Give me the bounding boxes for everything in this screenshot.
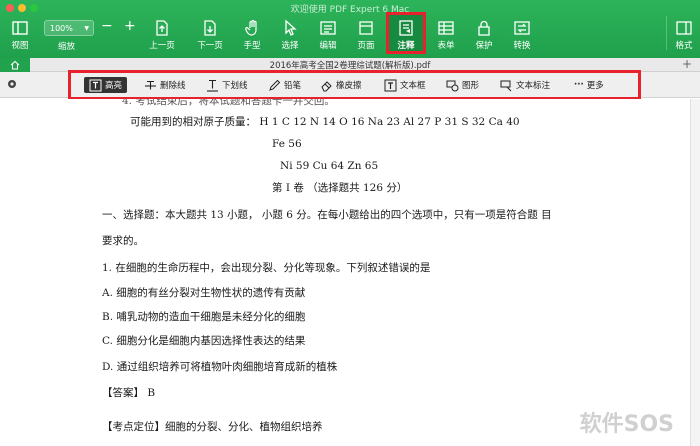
settings-gear-icon[interactable] <box>6 78 18 90</box>
eraser-tool-label: 橡皮擦 <box>336 81 362 91</box>
page-icon <box>359 21 373 35</box>
zoom-out-button[interactable]: − <box>101 18 113 34</box>
edit-tool-label: 编辑 <box>319 41 337 51</box>
zoom-select[interactable]: 100% ▼ <box>44 20 94 36</box>
pencil-icon <box>269 79 281 91</box>
main-toolbar: 欢迎使用 PDF Expert 6 Mac 视图 100% ▼ 缩放 − + 上… <box>0 0 700 58</box>
zoom-label: 缩放 <box>58 42 76 52</box>
hand-tool-label: 手型 <box>243 41 261 51</box>
hand-tool-button[interactable]: 手型 <box>234 18 270 52</box>
underline-tool-label: 下划线 <box>222 81 248 91</box>
text-note-tool[interactable]: 文本标注 <box>500 77 550 93</box>
doc-line: C. 细胞分化是细胞内基因选择性表达的结果 <box>102 335 306 347</box>
convert-icon <box>514 21 530 35</box>
page-tool-button[interactable]: 页面 <box>348 18 384 52</box>
doc-line: 第 I 卷 （选择题共 126 分） <box>272 182 408 194</box>
strikethrough-icon <box>145 80 156 89</box>
more-dots-icon: ··· <box>574 80 584 90</box>
shape-tool-label: 图形 <box>462 81 480 91</box>
prev-page-label: 上一页 <box>149 41 175 51</box>
vertical-scrollbar[interactable] <box>690 99 700 446</box>
panel-icon <box>676 21 692 35</box>
highlight-tool[interactable]: 高亮 <box>84 77 128 93</box>
textbox-tool[interactable]: 文本框 <box>384 77 426 93</box>
select-tool-button[interactable]: 选择 <box>272 18 308 52</box>
doc-line: 【答案】 B <box>102 387 156 399</box>
more-tools-button[interactable]: ··· 更多 <box>574 77 604 93</box>
highlight-tool-label: 高亮 <box>105 81 123 91</box>
eraser-icon <box>321 80 332 91</box>
toolbar-divider <box>666 16 667 50</box>
protect-tool-label: 保护 <box>475 41 493 51</box>
hand-icon <box>245 19 257 36</box>
convert-tool-button[interactable]: 转换 <box>504 18 540 52</box>
page-tool-label: 页面 <box>357 41 375 51</box>
lock-icon <box>478 20 490 36</box>
next-page-button[interactable]: 下一页 <box>192 18 228 52</box>
doc-line: 可能用到的相对原子质量： H 1 C 12 N 14 O 16 Na 23 Al… <box>130 116 520 128</box>
view-button[interactable]: 视图 <box>2 18 38 52</box>
chevron-down-icon: ▼ <box>84 24 89 32</box>
select-tool-label: 选择 <box>281 41 299 51</box>
doc-line: 4. 考试结束后，将本试题和答题卡一并交回。 <box>122 99 335 107</box>
strikethrough-tool[interactable]: 删除线 <box>144 77 186 93</box>
pencil-tool[interactable]: 铅笔 <box>268 77 301 93</box>
sidebar-view-icon <box>12 21 28 35</box>
text-callout-icon <box>500 80 512 91</box>
textbox-icon <box>384 79 397 91</box>
document-tab-bar: 2016年高考全国2卷理综试题(解析版).pdf + <box>0 57 700 72</box>
prev-page-button[interactable]: 上一页 <box>144 18 180 52</box>
edit-tool-button[interactable]: 编辑 <box>310 18 346 52</box>
doc-line: A. 细胞的有丝分裂对生物性状的遗传有贡献 <box>102 287 306 299</box>
form-icon <box>438 21 454 35</box>
text-note-tool-label: 文本标注 <box>516 81 551 91</box>
page-up-icon <box>156 20 168 36</box>
edit-icon <box>320 21 336 35</box>
eraser-tool[interactable]: 橡皮擦 <box>320 77 362 93</box>
format-panel-button[interactable]: 格式 <box>668 18 700 52</box>
cursor-icon <box>285 19 297 36</box>
view-label: 视图 <box>11 41 29 51</box>
doc-line: D. 通过组织培养可将植物叶肉细胞培育成新的植株 <box>102 361 338 373</box>
shape-icon <box>446 80 459 91</box>
doc-line: 一、选择题：本大题共 13 小题， 小题 6 分。在每小题给出的四个选项中，只有… <box>102 209 552 221</box>
highlight-text-icon <box>89 79 102 91</box>
form-tool-label: 表单 <box>437 41 455 51</box>
underline-icon <box>207 79 218 92</box>
watermark-text: 软件SOS <box>579 412 674 437</box>
strikethrough-tool-label: 删除线 <box>160 81 186 91</box>
annotation-toolbar: 高亮 删除线 下划线 铅笔 橡皮擦 文本框 图形 文本标注 ··· 更多 <box>0 72 700 98</box>
doc-line: 1. 在细胞的生命历程中，会出现分裂、分化等现象。下列叙述错误的是 <box>102 262 431 274</box>
protect-tool-button[interactable]: 保护 <box>466 18 502 52</box>
format-panel-label: 格式 <box>675 41 693 51</box>
window-title: 欢迎使用 PDF Expert 6 Mac <box>290 5 410 15</box>
doc-line: Fe 56 <box>272 138 302 150</box>
zoom-value: 100% <box>50 23 73 33</box>
add-tab-button[interactable]: + <box>682 57 692 71</box>
form-tool-button[interactable]: 表单 <box>428 18 464 52</box>
pdf-page[interactable]: 4. 考试结束后，将本试题和答题卡一并交回。 可能用到的相对原子质量： H 1 … <box>0 99 690 446</box>
convert-tool-label: 转换 <box>513 41 531 51</box>
pencil-tool-label: 铅笔 <box>284 81 302 91</box>
page-down-icon <box>204 20 216 36</box>
annotate-icon <box>399 20 413 36</box>
annotate-tool-button[interactable]: 注释 <box>388 18 424 52</box>
shape-tool[interactable]: 图形 <box>446 77 479 93</box>
doc-line: Ni 59 Cu 64 Zn 65 <box>280 160 379 172</box>
textbox-tool-label: 文本框 <box>400 81 426 91</box>
document-tab[interactable]: 2016年高考全国2卷理综试题(解析版).pdf <box>0 59 700 71</box>
doc-line: 要求的。 <box>102 235 144 247</box>
annotate-tool-label: 注释 <box>397 41 415 51</box>
next-page-label: 下一页 <box>197 41 223 51</box>
underline-tool[interactable]: 下划线 <box>206 77 248 93</box>
more-tools-label: 更多 <box>586 81 604 91</box>
zoom-in-button[interactable]: + <box>124 18 136 34</box>
doc-line: 【考点定位】细胞的分裂、分化、植物组织培养 <box>102 421 323 433</box>
doc-line: B. 哺乳动物的造血干细胞是未经分化的细胞 <box>102 311 306 323</box>
